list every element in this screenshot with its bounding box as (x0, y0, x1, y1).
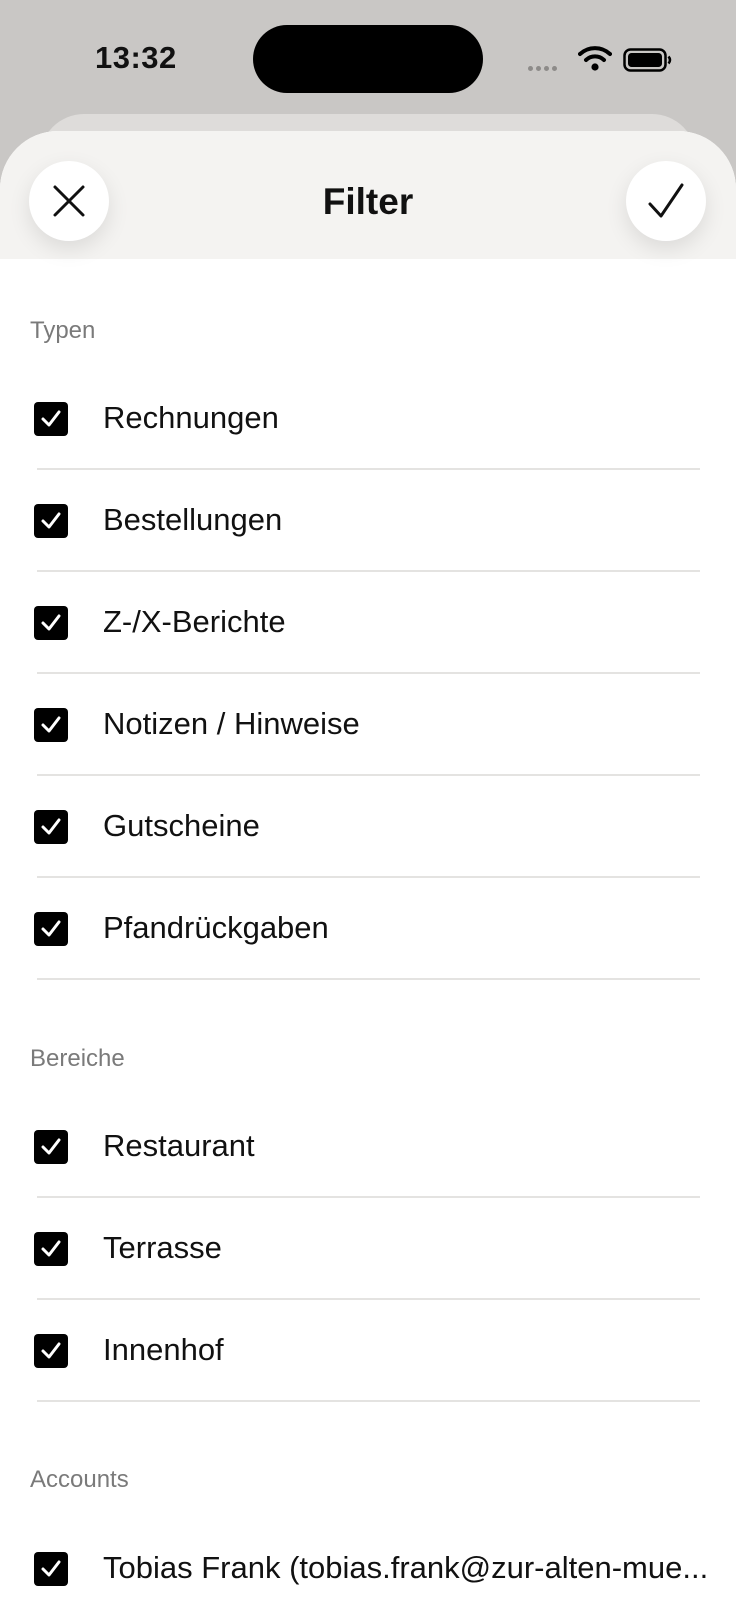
filter-row-label: Innenhof (103, 1332, 224, 1367)
filter-row-label: Notizen / Hinweise (103, 706, 360, 741)
checkbox-checked-icon[interactable] (34, 1334, 68, 1368)
filter-row-label: Rechnungen (103, 400, 279, 435)
filter-row-label: Terrasse (103, 1230, 222, 1265)
cellular-signal-icon (528, 66, 557, 71)
checkbox-checked-icon[interactable] (34, 1130, 68, 1164)
section-label-bereiche: Bereiche (30, 1045, 125, 1072)
checkbox-checked-icon[interactable] (34, 1552, 68, 1586)
divider (37, 1400, 700, 1402)
checkbox-checked-icon[interactable] (34, 912, 68, 946)
checkbox-checked-icon[interactable] (34, 1232, 68, 1266)
filter-row-bestellungen[interactable]: Bestellungen (0, 470, 736, 572)
filter-row-account[interactable]: Tobias Frank (tobias.frank@zur-alten-mue… (0, 1518, 736, 1600)
checkbox-checked-icon[interactable] (34, 504, 68, 538)
status-bar: 13:32 (0, 0, 736, 112)
confirm-button[interactable] (626, 161, 706, 241)
status-icons (528, 44, 688, 74)
filter-row-label: Tobias Frank (tobias.frank@zur-alten-mue… (103, 1550, 709, 1585)
checkbox-checked-icon[interactable] (34, 810, 68, 844)
section-label-accounts: Accounts (30, 1466, 129, 1493)
filter-row-innenhof[interactable]: Innenhof (0, 1300, 736, 1402)
checkbox-checked-icon[interactable] (34, 606, 68, 640)
filter-row-label: Z-/X-Berichte (103, 604, 286, 639)
checkbox-checked-icon[interactable] (34, 402, 68, 436)
filter-row-label: Restaurant (103, 1128, 255, 1163)
filter-row-rechnungen[interactable]: Rechnungen (0, 368, 736, 470)
section-label-typen: Typen (30, 317, 96, 344)
filter-sheet: Filter Typen Rechnungen Bestellungen Z-/… (0, 131, 736, 1600)
divider (37, 978, 700, 980)
filter-row-label: Gutscheine (103, 808, 260, 843)
checkmark-icon (648, 183, 684, 218)
sheet-header: Filter (0, 131, 736, 259)
filter-row-label: Bestellungen (103, 502, 283, 537)
filter-row-gutscheine[interactable]: Gutscheine (0, 776, 736, 878)
battery-icon (623, 48, 672, 72)
filter-row-terrasse[interactable]: Terrasse (0, 1198, 736, 1300)
filter-row-notizen[interactable]: Notizen / Hinweise (0, 674, 736, 776)
filter-row-pfandrueckgaben[interactable]: Pfandrückgaben (0, 878, 736, 980)
filter-row-z-x-berichte[interactable]: Z-/X-Berichte (0, 572, 736, 674)
status-time: 13:32 (95, 40, 177, 75)
filter-row-restaurant[interactable]: Restaurant (0, 1096, 736, 1198)
dynamic-island (253, 25, 483, 93)
wifi-icon (578, 46, 612, 71)
filter-row-label: Pfandrückgaben (103, 910, 329, 945)
checkbox-checked-icon[interactable] (34, 708, 68, 742)
